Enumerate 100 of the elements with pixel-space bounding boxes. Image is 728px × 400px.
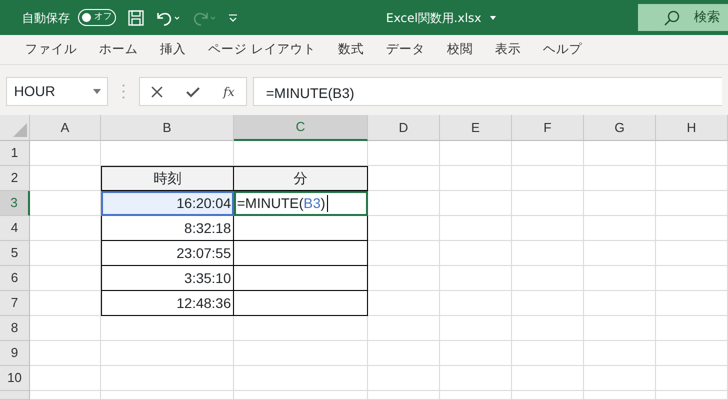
grid-cell[interactable] <box>101 316 234 341</box>
grid-cell[interactable] <box>30 266 101 291</box>
ribbon-tab[interactable]: ホーム <box>88 40 149 59</box>
ribbon-tab[interactable]: 校閲 <box>436 40 484 59</box>
grid-cell[interactable] <box>101 341 234 366</box>
grid-cell[interactable] <box>440 341 512 366</box>
row-header[interactable]: 7 <box>0 291 30 316</box>
table-cell[interactable]: 23:07:55 <box>101 241 234 266</box>
ribbon-tab[interactable]: 表示 <box>484 40 532 59</box>
grid-cell[interactable] <box>584 341 656 366</box>
grid-cell[interactable] <box>440 241 512 266</box>
grid-cell[interactable] <box>584 241 656 266</box>
grid-cell[interactable] <box>584 391 656 400</box>
column-header[interactable]: G <box>584 115 656 141</box>
grid-cell[interactable] <box>440 266 512 291</box>
grid-cell[interactable] <box>656 341 728 366</box>
grid-cell[interactable] <box>512 341 584 366</box>
grid-cell[interactable] <box>656 366 728 391</box>
table-cell[interactable] <box>234 291 368 316</box>
grid-cell[interactable] <box>656 391 728 400</box>
grid-cell[interactable] <box>440 166 512 191</box>
grid-cell[interactable] <box>234 341 368 366</box>
dropdown-arrow-icon[interactable] <box>93 89 101 94</box>
grid-cell[interactable] <box>440 291 512 316</box>
grid-cell[interactable] <box>512 191 584 216</box>
grid-cell[interactable] <box>584 291 656 316</box>
grid-cell[interactable] <box>368 316 440 341</box>
grid-cell[interactable] <box>512 216 584 241</box>
grid-cell[interactable] <box>440 216 512 241</box>
grid-cell[interactable] <box>234 391 368 400</box>
row-header[interactable]: 10 <box>0 366 30 391</box>
search-field[interactable]: 検索 <box>638 4 728 31</box>
enter-icon[interactable] <box>186 86 200 98</box>
ribbon-tab[interactable]: データ <box>374 40 436 59</box>
grid-cell[interactable] <box>30 316 101 341</box>
table-cell[interactable] <box>234 216 368 241</box>
table-cell[interactable]: 12:48:36 <box>101 291 234 316</box>
grid-cell[interactable] <box>234 316 368 341</box>
row-header[interactable]: 3 <box>0 191 30 216</box>
grid-cell[interactable] <box>368 241 440 266</box>
grid-cell[interactable] <box>368 141 440 166</box>
insert-function-button[interactable]: fx <box>223 82 235 100</box>
row-header[interactable]: 8 <box>0 316 30 341</box>
grid-cell[interactable] <box>512 366 584 391</box>
caret-icon[interactable] <box>489 14 498 20</box>
formula-cell[interactable]: =MINUTE(B3) <box>234 191 368 216</box>
table-cell[interactable]: 16:20:04 <box>101 191 234 216</box>
grid-cell[interactable] <box>656 216 728 241</box>
formula-field[interactable]: =MINUTE(B3) <box>253 77 722 106</box>
column-header[interactable]: B <box>101 115 234 141</box>
row-header[interactable]: 1 <box>0 141 30 166</box>
grid-cell[interactable] <box>30 391 101 400</box>
grid-cell[interactable] <box>368 366 440 391</box>
row-header[interactable]: 5 <box>0 241 30 266</box>
grid-cell[interactable] <box>512 166 584 191</box>
grid-cell[interactable] <box>368 291 440 316</box>
grid-cell[interactable] <box>440 141 512 166</box>
grid-cell[interactable] <box>440 316 512 341</box>
grid-cell[interactable] <box>656 141 728 166</box>
grid-cell[interactable] <box>368 266 440 291</box>
grid-cell[interactable] <box>368 191 440 216</box>
grid-cell[interactable] <box>440 391 512 400</box>
grid-cell[interactable] <box>30 366 101 391</box>
grid-cell[interactable] <box>656 166 728 191</box>
grid-cell[interactable] <box>30 216 101 241</box>
row-header[interactable]: 6 <box>0 266 30 291</box>
row-header[interactable]: 4 <box>0 216 30 241</box>
grid-cell[interactable] <box>512 266 584 291</box>
grid-cell[interactable] <box>656 316 728 341</box>
grid-cell[interactable] <box>512 141 584 166</box>
grid-cell[interactable] <box>584 366 656 391</box>
column-header[interactable]: A <box>30 115 101 141</box>
grid-cell[interactable] <box>440 191 512 216</box>
grid-cell[interactable] <box>440 366 512 391</box>
grid-cell[interactable] <box>512 291 584 316</box>
ribbon-tab[interactable]: ヘルプ <box>532 40 593 59</box>
grid-cell[interactable] <box>368 216 440 241</box>
grid-cell[interactable] <box>584 191 656 216</box>
grid-cell[interactable] <box>30 291 101 316</box>
save-icon[interactable] <box>128 10 144 26</box>
ribbon-tab[interactable]: 挿入 <box>149 40 197 59</box>
select-all-icon[interactable] <box>10 121 26 137</box>
column-header[interactable]: D <box>368 115 440 141</box>
grid-cell[interactable] <box>656 291 728 316</box>
grid-cell[interactable] <box>584 266 656 291</box>
grid-cell[interactable] <box>234 366 368 391</box>
grid-cell[interactable] <box>584 166 656 191</box>
row-header[interactable]: 2 <box>0 166 30 191</box>
table-cell[interactable] <box>234 241 368 266</box>
grid-cell[interactable] <box>30 241 101 266</box>
grid-cell[interactable] <box>30 341 101 366</box>
table-cell[interactable]: 8:32:18 <box>101 216 234 241</box>
table-cell[interactable]: 3:35:10 <box>101 266 234 291</box>
grid-cell[interactable] <box>101 391 234 400</box>
row-header[interactable] <box>0 391 30 400</box>
grid-cell[interactable] <box>512 241 584 266</box>
customize-icon[interactable] <box>228 12 238 22</box>
grid-cell[interactable] <box>30 141 101 166</box>
grid-cell[interactable] <box>368 341 440 366</box>
grid-cell[interactable] <box>656 266 728 291</box>
